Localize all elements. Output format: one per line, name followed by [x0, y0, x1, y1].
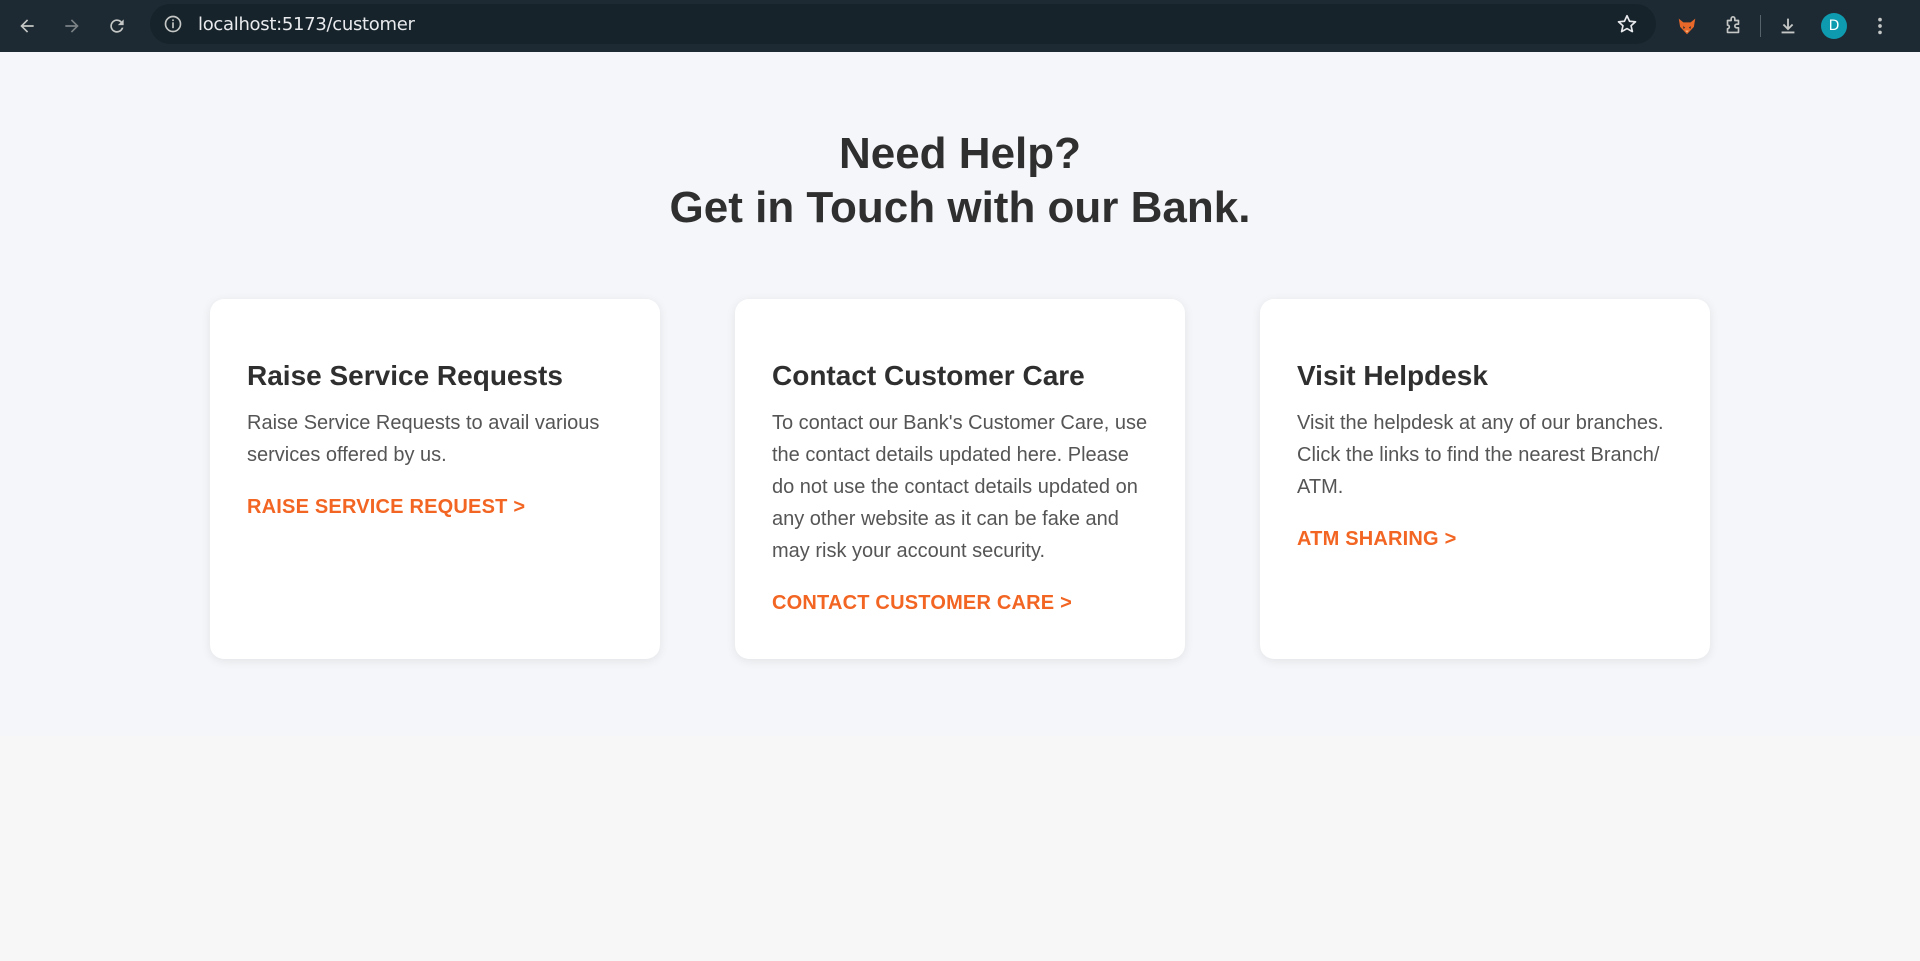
raise-service-request-link[interactable]: RAISE SERVICE REQUEST > — [247, 496, 525, 519]
extensions-puzzle-icon — [1726, 16, 1740, 34]
downloads-button[interactable] — [1771, 9, 1805, 43]
contact-customer-care-link[interactable]: CONTACT CUSTOMER CARE > — [772, 592, 1072, 615]
profile-avatar: D — [1821, 13, 1847, 39]
card-text: Raise Service Requests to avail various … — [247, 412, 600, 466]
fox-extension-icon — [1678, 18, 1696, 35]
page-background-lower — [0, 736, 1920, 961]
page-headline: Need Help? Get in Touch with our Bank. — [0, 127, 1920, 235]
headline-line-2: Get in Touch with our Bank. — [669, 183, 1251, 232]
reload-icon — [110, 19, 124, 33]
url-text[interactable]: localhost:5173/customer — [198, 14, 415, 35]
back-icon — [20, 19, 34, 33]
more-menu-button[interactable] — [1863, 9, 1897, 43]
address-bar[interactable]: localhost:5173/customer — [150, 4, 1656, 44]
card-title: Raise Service Requests — [247, 360, 563, 391]
back-button[interactable] — [10, 9, 44, 43]
browser-actions: D — [1670, 0, 1897, 52]
extensions-button[interactable] — [1716, 9, 1750, 43]
site-info-icon[interactable] — [162, 13, 184, 35]
profile-button[interactable]: D — [1817, 9, 1851, 43]
headline-line-1: Need Help? — [838, 129, 1082, 178]
card-title: Contact Customer Care — [772, 360, 1085, 391]
fox-extension-button[interactable] — [1670, 9, 1704, 43]
card-text: To contact our Bank's Customer Care, use… — [772, 412, 1148, 562]
card-text: Visit the helpdesk at any of our branche… — [1297, 412, 1664, 498]
forward-icon — [65, 19, 79, 33]
browser-toolbar: localhost:5173/customer D — [0, 0, 1920, 52]
bookmark-star-icon[interactable] — [1616, 13, 1638, 35]
reload-button[interactable] — [100, 9, 134, 43]
help-section: Need Help? Get in Touch with our Bank. R… — [0, 52, 1920, 736]
card-visit-helpdesk: Visit Helpdesk Visit the helpdesk at any… — [1260, 299, 1710, 659]
card-raise-service-requests: Raise Service Requests Raise Service Req… — [210, 299, 660, 659]
download-icon — [1781, 18, 1795, 34]
toolbar-separator — [1760, 15, 1761, 37]
more-menu-icon — [1878, 17, 1882, 35]
card-title: Visit Helpdesk — [1297, 360, 1488, 391]
atm-sharing-link[interactable]: ATM SHARING > — [1297, 528, 1456, 551]
forward-button[interactable] — [55, 9, 89, 43]
card-contact-customer-care: Contact Customer Care To contact our Ban… — [735, 299, 1185, 659]
